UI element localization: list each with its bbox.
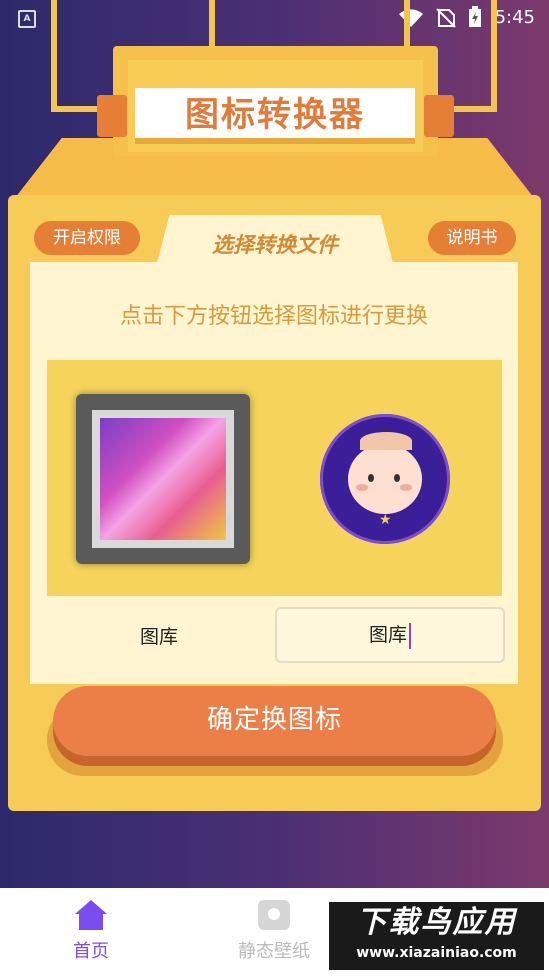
manual-button[interactable]: 说明书 — [428, 221, 516, 255]
right-cheek — [400, 484, 412, 491]
home-icon — [75, 900, 107, 930]
nav-home[interactable]: 首页 — [60, 898, 122, 963]
watermark-url: www.xiazainiao.com — [356, 945, 517, 961]
gallery-input-value: 图库 — [368, 624, 407, 646]
right-antenna-base — [448, 106, 497, 112]
left-cheek — [356, 484, 368, 491]
enable-permission-button[interactable]: 开启权限 — [34, 221, 140, 255]
app-indicator-icon: A — [18, 10, 36, 28]
left-eye — [368, 474, 374, 482]
target-app-icon[interactable]: ★ — [320, 414, 450, 544]
wifi-icon — [399, 9, 423, 27]
cartoon-face-icon — [348, 444, 422, 514]
left-inner-antenna — [209, 0, 215, 50]
no-sim-icon — [436, 8, 456, 28]
hair-bun — [360, 432, 412, 450]
title-plate: 图标转换器 — [135, 88, 415, 144]
watermark-title: 下载鸟应用 — [356, 905, 517, 940]
right-antenna — [491, 0, 497, 110]
tab-select-file-label: 选择转换文件 — [212, 233, 338, 257]
right-bolt — [424, 95, 454, 137]
nav-home-label: 首页 — [73, 941, 109, 962]
right-eye — [394, 474, 400, 482]
status-bar: A 5:45 — [0, 0, 549, 36]
confirm-change-icon-button[interactable]: 确定换图标 — [53, 686, 496, 756]
image-frame — [92, 410, 234, 548]
right-inner-antenna — [404, 0, 410, 50]
nav-static-wallpaper-label: 静态壁纸 — [238, 941, 310, 962]
gallery-image-icon[interactable] — [76, 394, 250, 564]
nav-static-wallpaper[interactable]: 静态壁纸 — [234, 898, 314, 963]
wallpaper-icon — [258, 900, 290, 930]
left-bolt — [97, 95, 127, 137]
instruction-text: 点击下方按钮选择图标进行更换 — [119, 304, 428, 329]
picture-icon — [100, 418, 226, 540]
app-title: 图标转换器 — [185, 95, 365, 135]
left-antenna-base — [51, 106, 101, 112]
clock: 5:45 — [494, 7, 535, 28]
star-icon: ★ — [379, 512, 392, 528]
gallery-input[interactable]: 图库 — [275, 607, 505, 663]
left-antenna — [51, 0, 57, 110]
text-caret — [409, 622, 411, 649]
battery-charging-icon — [469, 6, 481, 27]
watermark-logo: 下载鸟应用 www.xiazainiao.com — [329, 902, 544, 970]
gallery-label-left[interactable]: 图库 — [140, 622, 178, 649]
